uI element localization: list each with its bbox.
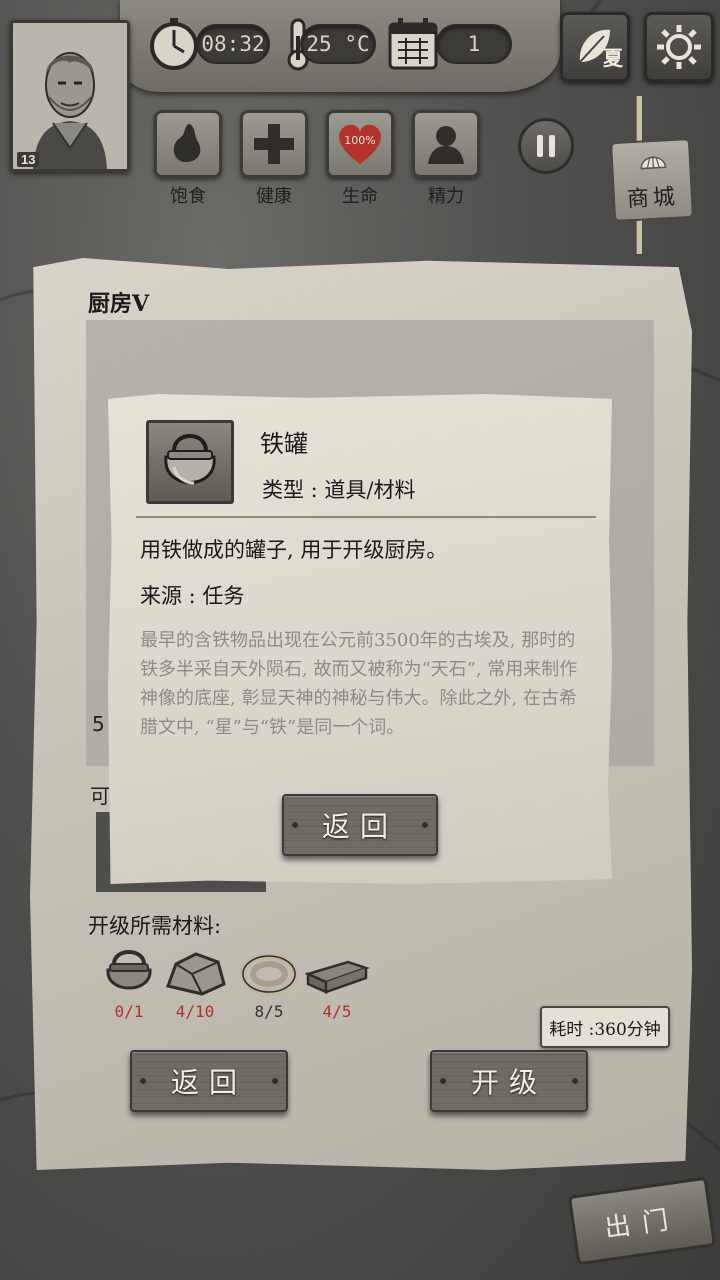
person-icon xyxy=(428,126,464,164)
health-button[interactable] xyxy=(240,110,308,178)
shop-rope xyxy=(636,96,642,144)
material-iron-pot[interactable]: 0/1 xyxy=(96,944,162,1024)
stopwatch-icon xyxy=(150,18,198,70)
iron-pot-icon xyxy=(164,434,216,485)
material-count: 4/5 xyxy=(322,1002,352,1021)
material-stone[interactable]: 4/10 xyxy=(162,944,228,1024)
item-lore: 最早的含铁物品出现在公元前3500年的古埃及, 那时的铁多半采自天外陨石, 故而… xyxy=(140,630,578,738)
iron-pot-icon xyxy=(106,950,152,990)
shell-icon xyxy=(640,155,667,170)
panel-back-button[interactable]: 返回 xyxy=(130,1050,288,1112)
shop-rope-bottom xyxy=(636,218,642,254)
panel-partial-text: 5 xyxy=(92,712,105,736)
item-name: 铁罐 xyxy=(260,430,308,458)
clock-display: 08:32 xyxy=(196,24,270,64)
season-label: 夏 xyxy=(603,46,623,70)
energy-label: 精力 xyxy=(428,186,464,207)
health-label: 健康 xyxy=(256,186,292,207)
portrait-icon xyxy=(13,23,127,169)
heart-icon: 100% xyxy=(339,124,381,164)
settings-button[interactable] xyxy=(644,12,714,82)
cross-icon xyxy=(254,124,294,164)
panel-partial-text-2: 可 xyxy=(90,784,110,808)
energy-button[interactable] xyxy=(412,110,480,178)
rope-icon xyxy=(239,952,299,996)
day-counter: 1 xyxy=(436,24,512,64)
calendar-icon xyxy=(388,18,438,70)
material-count: 8/5 xyxy=(254,1002,284,1021)
item-type: 类型 : 道具/材料 xyxy=(262,478,416,502)
player-level: 13 xyxy=(17,152,40,167)
requirements-title: 开级所需材料: xyxy=(88,914,222,938)
satiety-label: 饱食 xyxy=(170,186,206,207)
temperature-display: 25 °C xyxy=(300,24,376,64)
item-description: 用铁做成的罐子, 用于开级厨房。 xyxy=(140,538,448,562)
material-rope[interactable]: 8/5 xyxy=(236,944,302,1024)
season-button[interactable]: 夏 xyxy=(560,12,630,82)
popup-divider xyxy=(136,516,596,518)
stone-icon xyxy=(166,952,226,996)
material-wood-plank[interactable]: 4/5 xyxy=(304,944,370,1024)
item-source: 来源 : 任务 xyxy=(140,584,245,608)
satiety-button[interactable] xyxy=(154,110,222,178)
pause-button[interactable] xyxy=(518,118,574,174)
item-image-frame xyxy=(146,420,234,504)
life-label: 生命 xyxy=(342,186,378,207)
shop-button[interactable]: 商城 xyxy=(609,137,695,223)
player-avatar[interactable]: 13 xyxy=(10,20,130,172)
gear-icon xyxy=(657,25,701,69)
upgrade-button[interactable]: 开级 xyxy=(430,1050,588,1112)
wood-plank-icon xyxy=(304,960,370,994)
stomach-icon xyxy=(173,124,201,162)
time-cost-tag: 耗时 :360分钟 xyxy=(540,1006,670,1048)
shop-label: 商城 xyxy=(626,184,680,213)
life-percent: 100% xyxy=(344,134,375,147)
panel-title: 厨房V xyxy=(88,291,150,317)
material-count: 4/10 xyxy=(175,1002,215,1021)
life-button[interactable]: 100% xyxy=(326,110,394,178)
popup-back-button[interactable]: 返回 xyxy=(282,794,438,856)
material-count: 0/1 xyxy=(114,1002,144,1021)
pause-icon xyxy=(537,135,555,157)
